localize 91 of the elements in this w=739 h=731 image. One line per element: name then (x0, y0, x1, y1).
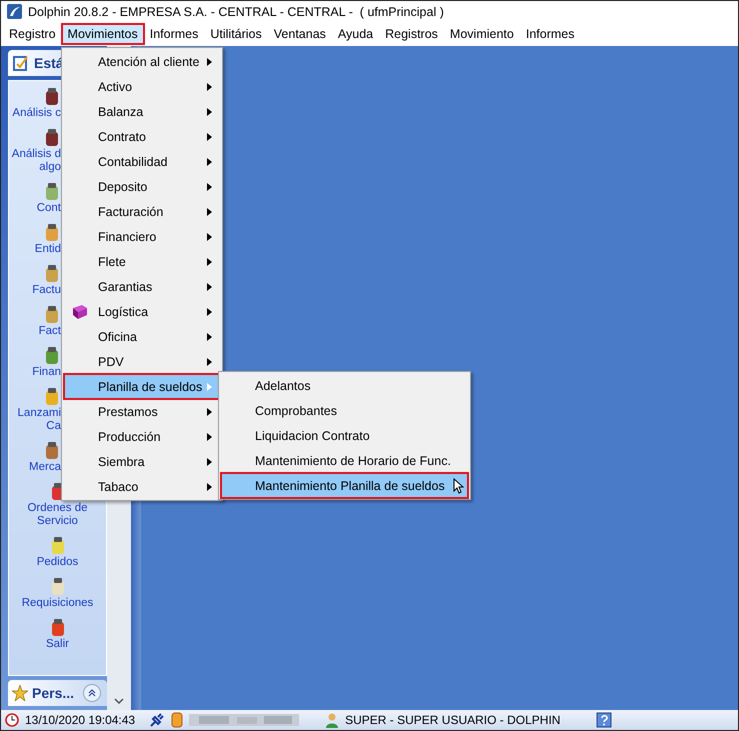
sidebar-link[interactable]: Cont (36, 202, 61, 215)
caret-icon (207, 358, 212, 366)
caret-icon (207, 58, 212, 66)
sidebar-link[interactable]: Ca (46, 420, 61, 433)
database-icon (171, 712, 184, 728)
caret-icon (207, 82, 212, 90)
menu-item[interactable]: Mantenimiento Planilla de sueldos (221, 473, 468, 498)
menu-item[interactable]: Facturación (64, 199, 220, 224)
sidebar-item-icon (43, 264, 61, 284)
plug-icon (149, 712, 166, 728)
menu-item[interactable]: Siembra (64, 449, 220, 474)
menu-item[interactable]: Contabilidad (64, 149, 220, 174)
sidebar-link[interactable]: Factu (32, 284, 61, 297)
sidebar-link[interactable]: Fact (38, 325, 61, 338)
menu-bar-item[interactable]: Movimiento (444, 24, 520, 44)
menu-item[interactable]: Producción (64, 424, 220, 449)
menu-bar-item[interactable]: Movimientos (62, 24, 144, 44)
sidebar-item-icon (43, 87, 61, 107)
app-logo-icon (7, 4, 22, 19)
menu-item[interactable]: Comprobantes (221, 398, 468, 423)
sidebar-item-icon (43, 223, 61, 243)
menu-item[interactable]: PDV (64, 349, 220, 374)
sidebar-link[interactable]: Lanzami (18, 407, 61, 420)
collapse-button[interactable] (83, 684, 101, 702)
caret-icon (207, 182, 212, 190)
sidebar-link[interactable]: Análisis c (12, 107, 61, 120)
sidebar-item-icon (43, 387, 61, 407)
menu-item[interactable]: Logística (64, 299, 220, 324)
menu-item[interactable]: Balanza (64, 99, 220, 124)
sidebar-link[interactable]: Ordenes de (27, 502, 88, 515)
sidebar-link[interactable]: Finan (32, 366, 61, 379)
caret-icon (207, 108, 212, 116)
cursor-icon (453, 478, 464, 494)
sidebar-footer[interactable]: Pers... (8, 680, 107, 706)
user-icon (325, 712, 340, 728)
menu-item[interactable]: Activo (64, 74, 220, 99)
clock-icon (5, 713, 19, 727)
clipboard-icon (12, 54, 30, 72)
caret-icon (207, 208, 212, 216)
caret-icon (207, 332, 212, 340)
caret-icon (207, 432, 212, 440)
help-icon[interactable] (596, 712, 612, 728)
caret-icon (207, 382, 212, 390)
menu-item[interactable]: Oficina (64, 324, 220, 349)
sidebar-link[interactable]: Requisiciones (22, 597, 94, 610)
menu-item[interactable]: Adelantos (221, 373, 468, 398)
chevron-up-icon (88, 689, 96, 697)
menu-item[interactable]: Prestamos (64, 399, 220, 424)
sidebar-link[interactable]: Salir (46, 638, 69, 651)
menu-bar-item[interactable]: Utilitários (204, 24, 268, 44)
menu-item[interactable]: Garantias (64, 274, 220, 299)
menu-bar-item[interactable]: Informes (144, 24, 204, 44)
caret-icon (207, 408, 212, 416)
menu-item[interactable]: Flete (64, 249, 220, 274)
sidebar-item-icon (43, 182, 61, 202)
status-user: SUPER - SUPER USUARIO - DOLPHIN (345, 713, 560, 727)
window-title: Dolphin 20.8.2 - EMPRESA S.A. - CENTRAL - CENTRAL - ( ufmPrincipal ) (28, 4, 444, 18)
sidebar-link[interactable]: Merca (29, 461, 61, 474)
sidebar-item-icon (43, 305, 61, 325)
caret-icon (207, 458, 212, 466)
status-datetime: 13/10/2020 19:04:43 (25, 713, 136, 727)
sidebar-footer-title: Pers... (32, 685, 74, 701)
sidebar-item-icon (43, 441, 61, 461)
caret-icon (207, 158, 212, 166)
menu-item[interactable]: Planilla de sueldos (64, 374, 220, 399)
menu-bar-item[interactable]: Informes (520, 24, 580, 44)
caret-icon (207, 482, 212, 490)
sidebar-link[interactable]: Servicio (37, 515, 78, 528)
caret-icon (207, 258, 212, 266)
menu-item[interactable]: Deposito (64, 174, 220, 199)
menu-item[interactable]: Tabaco (64, 474, 220, 499)
caret-icon (207, 308, 212, 316)
sidebar-link[interactable]: Pedidos (36, 556, 78, 569)
menu-bar-item[interactable]: Registros (379, 24, 444, 44)
menu-bar-item[interactable]: Registro (3, 24, 62, 44)
star-icon (12, 685, 28, 701)
caret-icon (207, 282, 212, 290)
sidebar-item-icon (43, 128, 61, 148)
sidebar-item-icon (43, 346, 61, 366)
caret-icon (207, 232, 212, 240)
sidebar-link[interactable]: Entid (34, 243, 61, 256)
menu-bar-item[interactable]: Ayuda (332, 24, 380, 44)
menu-item[interactable]: Mantenimiento de Horario de Func. (221, 448, 468, 473)
menu-item[interactable]: Liquidacion Contrato (221, 423, 468, 448)
chevron-down-icon[interactable] (114, 698, 124, 704)
menu-bar-item[interactable]: Ventanas (268, 24, 332, 44)
menu-item[interactable]: Contrato (64, 124, 220, 149)
sidebar-link[interactable]: algo (39, 161, 61, 174)
caret-icon (207, 132, 212, 140)
sidebar-link[interactable]: Análisis d (12, 148, 61, 161)
menu-item[interactable]: Financiero (64, 224, 220, 249)
